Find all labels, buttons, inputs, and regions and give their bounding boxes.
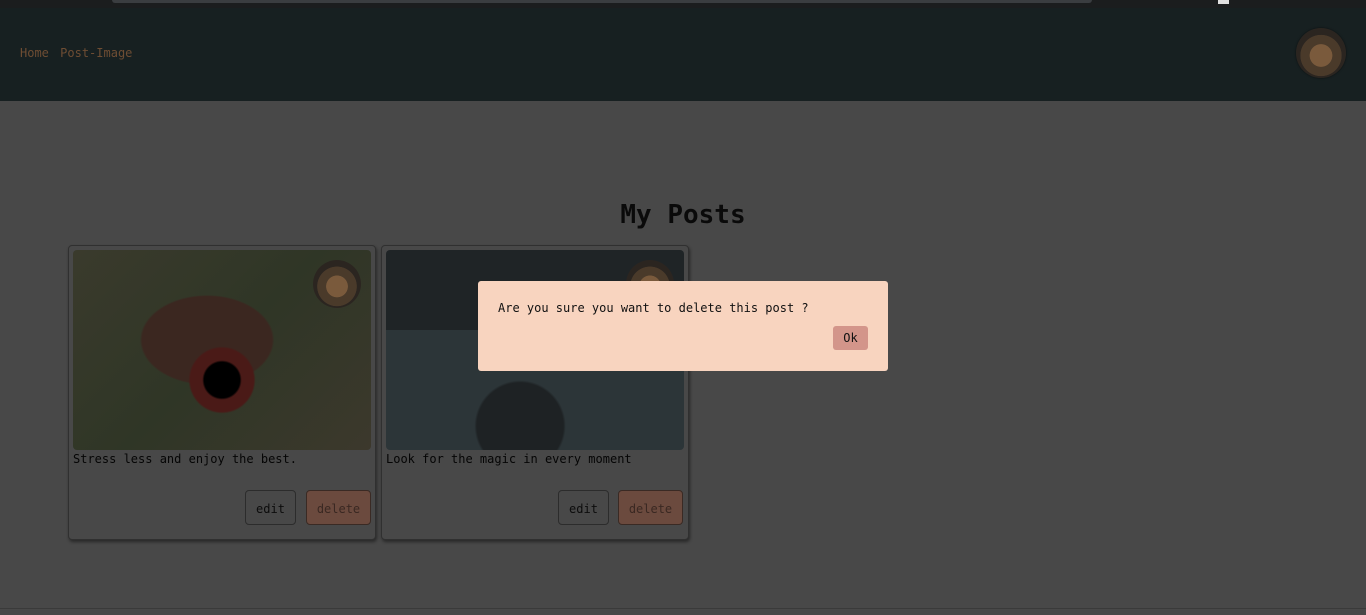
navbar: Home Post-Image [0, 8, 1366, 101]
post-image [73, 250, 371, 450]
page-title: My Posts [620, 200, 746, 230]
author-avatar [313, 260, 361, 308]
nav-links: Home Post-Image [20, 46, 136, 60]
page-bottom-divider [0, 608, 1366, 609]
dialog-message: Are you sure you want to delete this pos… [498, 301, 809, 315]
ok-button[interactable]: Ok [833, 326, 868, 350]
edit-button[interactable]: edit [558, 490, 609, 525]
delete-button[interactable]: delete [306, 490, 371, 525]
post-card: Stress less and enjoy the best. edit del… [68, 245, 376, 540]
user-avatar[interactable] [1296, 28, 1346, 78]
post-caption: Stress less and enjoy the best. [73, 452, 297, 466]
window-marker [1218, 0, 1229, 4]
post-caption: Look for the magic in every moment [386, 452, 632, 466]
confirm-delete-dialog: Are you sure you want to delete this pos… [478, 281, 888, 371]
delete-button[interactable]: delete [618, 490, 683, 525]
nav-post-image-link[interactable]: Post-Image [60, 46, 132, 60]
address-bar-edge [112, 0, 1092, 3]
edit-button[interactable]: edit [245, 490, 296, 525]
browser-top-strip [0, 0, 1366, 8]
nav-home-link[interactable]: Home [20, 46, 49, 60]
